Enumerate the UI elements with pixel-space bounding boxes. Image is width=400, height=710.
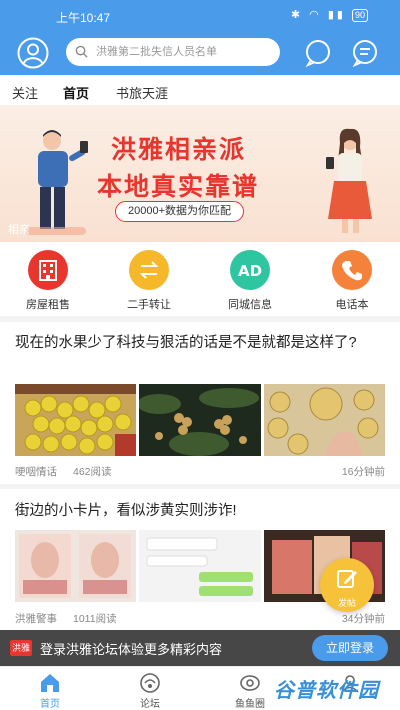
user-icon xyxy=(17,37,49,69)
phone-icon xyxy=(332,250,372,290)
banner-title-line2: 本地真实靠谱 xyxy=(97,172,260,201)
banner-title-line1: 洪雅相亲派 xyxy=(111,135,247,164)
site-watermark: 谷普软件园 xyxy=(274,680,379,702)
nav-label: 鱼鱼圈 xyxy=(235,699,265,710)
nav-label: 论坛 xyxy=(140,699,160,710)
post-image[interactable] xyxy=(139,530,261,602)
nav-home[interactable]: 首页 xyxy=(20,671,80,710)
building-icon xyxy=(28,250,68,290)
post-image[interactable] xyxy=(264,384,385,456)
login-button[interactable]: 立即登录 xyxy=(312,635,388,661)
fish-circle-icon xyxy=(240,675,260,691)
post-time: 34分钟前 xyxy=(341,613,385,625)
quick-link-label: 二手转让 xyxy=(127,299,171,311)
post-meta: 哽咽情话 462阅读 16分钟前 xyxy=(15,464,385,479)
home-icon xyxy=(41,674,59,692)
quick-link-label: 房屋租售 xyxy=(26,299,70,311)
forum-logo: 洪雅 xyxy=(10,640,32,656)
battery-icon: 90 xyxy=(351,9,368,22)
tab-travel[interactable]: 书旅天涯 xyxy=(116,83,168,102)
post-title[interactable]: 街边的小卡片，看似涉黄实则涉诈! xyxy=(15,500,385,522)
post-image[interactable] xyxy=(15,530,136,602)
post-meta: 洪雅警事 1011阅读 34分钟前 xyxy=(15,611,385,626)
section-divider xyxy=(0,484,400,489)
forum-icon xyxy=(140,673,160,693)
banner-category-tag: 相亲 xyxy=(8,224,30,236)
login-prompt-text: 登录洪雅论坛体验更多精彩内容 xyxy=(40,642,223,657)
tab-bar: 关注 首页 书旅天涯 xyxy=(0,75,400,107)
nav-label: 首页 xyxy=(40,699,60,710)
man-illustration xyxy=(26,130,88,235)
quick-link-phonebook[interactable]: 电话本 xyxy=(317,250,387,312)
new-post-button[interactable]: 发帖 xyxy=(320,558,374,612)
post-author[interactable]: 洪雅警事 xyxy=(15,613,57,625)
post-reads: 1011阅读 xyxy=(73,613,117,625)
search-box[interactable] xyxy=(66,38,280,66)
nav-forum[interactable]: 论坛 xyxy=(120,671,180,710)
wifi-icon: ◠ xyxy=(309,9,322,21)
status-time: 上午10:47 xyxy=(56,11,111,25)
quick-link-housing[interactable]: 房屋租售 xyxy=(13,250,83,312)
section-divider xyxy=(0,316,400,322)
woman-illustration xyxy=(326,128,372,233)
top-bar xyxy=(0,30,400,75)
post-image[interactable] xyxy=(15,384,136,456)
chat-button[interactable] xyxy=(303,38,333,68)
post-time: 16分钟前 xyxy=(341,466,385,478)
search-input[interactable] xyxy=(96,42,274,62)
svg-text:AD: AD xyxy=(238,262,262,280)
status-bar: 上午10:47 ✱ ◠ ▮▮ 90 xyxy=(0,0,400,30)
post-image[interactable] xyxy=(139,384,261,456)
new-post-label: 发帖 xyxy=(337,598,356,608)
ad-icon: AD xyxy=(230,250,270,290)
quick-links: 房屋租售 二手转让 AD 同城信息 电话本 xyxy=(0,250,400,312)
banner-subtitle: 20000+数据为你匹配 xyxy=(115,201,245,222)
message-list-icon xyxy=(352,40,377,68)
quick-link-secondhand[interactable]: 二手转让 xyxy=(114,250,184,312)
tab-follow[interactable]: 关注 xyxy=(12,83,38,102)
nav-circle[interactable]: 鱼鱼圈 xyxy=(220,671,280,710)
swap-arrows-icon xyxy=(129,250,169,290)
speech-bubble-icon xyxy=(305,40,330,68)
bluetooth-icon: ✱ xyxy=(290,9,304,21)
quick-link-local-info[interactable]: AD 同城信息 xyxy=(215,250,285,312)
login-prompt-bar: 洪雅 登录洪雅论坛体验更多精彩内容 立即登录 xyxy=(0,630,400,666)
quick-link-label: 电话本 xyxy=(335,299,369,311)
messages-button[interactable] xyxy=(350,38,380,68)
quick-link-label: 同城信息 xyxy=(228,299,272,311)
user-avatar-button[interactable] xyxy=(17,37,49,69)
search-icon xyxy=(75,45,88,58)
promo-banner[interactable]: 洪雅相亲派 本地真实靠谱 20000+数据为你匹配 相亲 xyxy=(0,105,400,242)
post-author[interactable]: 哽咽情话 xyxy=(15,466,57,478)
signal-icon: ▮▮ xyxy=(327,9,346,21)
post-reads: 462阅读 xyxy=(73,466,112,478)
tab-home[interactable]: 首页 xyxy=(63,83,89,107)
post-title[interactable]: 现在的水果少了科技与狠活的话是不是就都是这样了? xyxy=(15,332,385,354)
edit-icon xyxy=(337,570,357,588)
system-icons: ✱ ◠ ▮▮ 90 xyxy=(291,8,368,22)
